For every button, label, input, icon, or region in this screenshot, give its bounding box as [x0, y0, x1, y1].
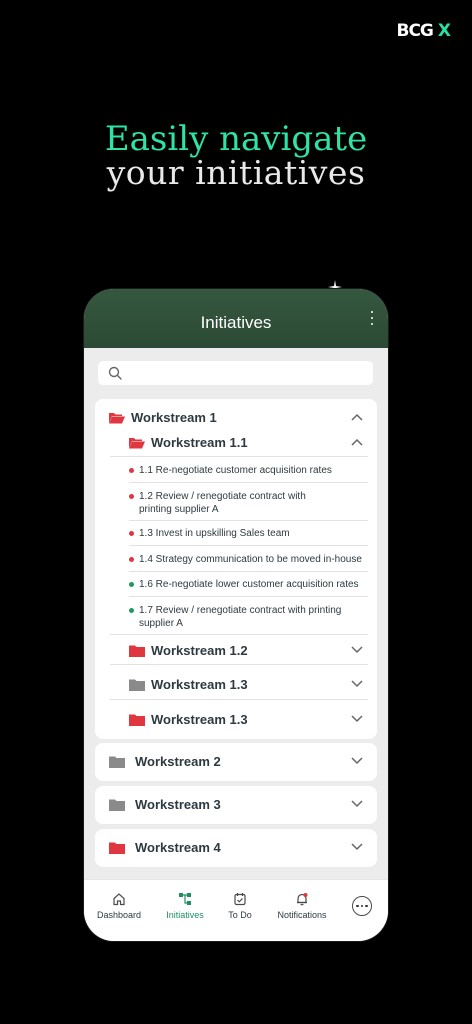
workstream-1-1-header[interactable]: Workstream 1.1 — [129, 435, 248, 450]
list-item[interactable]: 1.7 Review / renegotiate contract with p… — [129, 604, 369, 632]
folder-icon — [129, 714, 145, 726]
search-input[interactable] — [98, 361, 373, 385]
headline: Easily navigate your initiatives — [0, 120, 472, 192]
nav-todo[interactable]: To Do — [205, 892, 275, 920]
workstream-card-4[interactable]: Workstream 4 — [95, 829, 377, 867]
brand-text: BCG — [396, 21, 434, 41]
divider — [110, 634, 368, 635]
divider — [129, 571, 368, 572]
search-icon — [108, 366, 122, 380]
chevron-up-icon[interactable] — [351, 413, 363, 421]
list-item[interactable]: 1.1 Re-negotiate customer acquisition ra… — [129, 464, 369, 478]
divider — [129, 482, 368, 483]
workstream-1-label: Workstream 1 — [131, 410, 217, 425]
folder-icon — [109, 842, 125, 854]
chevron-down-icon[interactable] — [351, 680, 363, 688]
workstream-1-3-header[interactable]: Workstream 1.3 — [129, 677, 248, 692]
workstream-card-2[interactable]: Workstream 2 — [95, 743, 377, 781]
todo-icon — [234, 893, 246, 906]
nav-notifications[interactable]: Notifications — [267, 892, 337, 920]
status-dot-red — [129, 494, 134, 499]
workstream-card-3[interactable]: Workstream 3 — [95, 786, 377, 824]
headline-line2: your initiatives — [106, 153, 366, 192]
workstream-4-header: Workstream 4 — [109, 840, 221, 855]
workstream-1-1-label: Workstream 1.1 — [151, 435, 248, 450]
bell-icon — [297, 893, 308, 906]
folder-icon — [129, 679, 145, 691]
brand-x: X — [437, 21, 451, 41]
divider — [110, 664, 368, 665]
status-dot-green — [129, 582, 134, 587]
folder-icon — [129, 645, 145, 657]
workstream-1-3b-header[interactable]: Workstream 1.3 — [129, 712, 248, 727]
list-item[interactable]: 1.3 Invest in upskilling Sales team — [129, 527, 369, 541]
list-item[interactable]: 1.6 Re-negotiate lower customer acquisit… — [129, 578, 369, 592]
home-icon — [113, 893, 125, 906]
chevron-down-icon[interactable] — [351, 757, 363, 765]
page-title: Initiatives — [200, 313, 272, 332]
bottom-nav: Dashboard Initiatives To Do Notification… — [84, 879, 388, 941]
list-item[interactable]: 1.2 Review / renegotiate contract with p… — [129, 490, 369, 518]
chevron-down-icon[interactable] — [351, 800, 363, 808]
workstream-1-header[interactable]: Workstream 1 — [109, 410, 217, 425]
more-vertical-icon[interactable] — [370, 311, 374, 325]
folder-open-icon — [129, 437, 145, 448]
divider — [129, 545, 368, 546]
phone-frame: Initiatives Workstream 1 Workstream 1.1 — [84, 289, 388, 941]
chevron-down-icon[interactable] — [351, 646, 363, 654]
divider — [110, 456, 368, 457]
workstream-2-header: Workstream 2 — [109, 754, 221, 769]
folder-icon — [109, 756, 125, 768]
status-dot-red — [129, 468, 134, 473]
chevron-up-icon[interactable] — [351, 438, 363, 446]
workstream-card-1: Workstream 1 Workstream 1.1 1.1 Re-negot… — [95, 399, 377, 739]
status-dot-red — [129, 531, 134, 536]
nav-dashboard[interactable]: Dashboard — [84, 892, 154, 920]
chevron-down-icon[interactable] — [351, 715, 363, 723]
more-menu-icon[interactable] — [352, 896, 372, 916]
bcgx-logo: BCG X — [396, 21, 452, 41]
app-bar: Initiatives — [84, 289, 388, 348]
list-item[interactable]: 1.4 Strategy communication to be moved i… — [129, 553, 369, 567]
initiatives-icon — [179, 893, 191, 905]
divider — [110, 699, 368, 700]
divider — [129, 520, 368, 521]
chevron-down-icon[interactable] — [351, 843, 363, 851]
workstream-3-header: Workstream 3 — [109, 797, 221, 812]
status-dot-green — [129, 608, 134, 613]
folder-open-icon — [109, 412, 125, 423]
status-dot-red — [129, 557, 134, 562]
divider — [129, 596, 368, 597]
folder-icon — [109, 799, 125, 811]
workstream-1-2-header[interactable]: Workstream 1.2 — [129, 643, 248, 658]
